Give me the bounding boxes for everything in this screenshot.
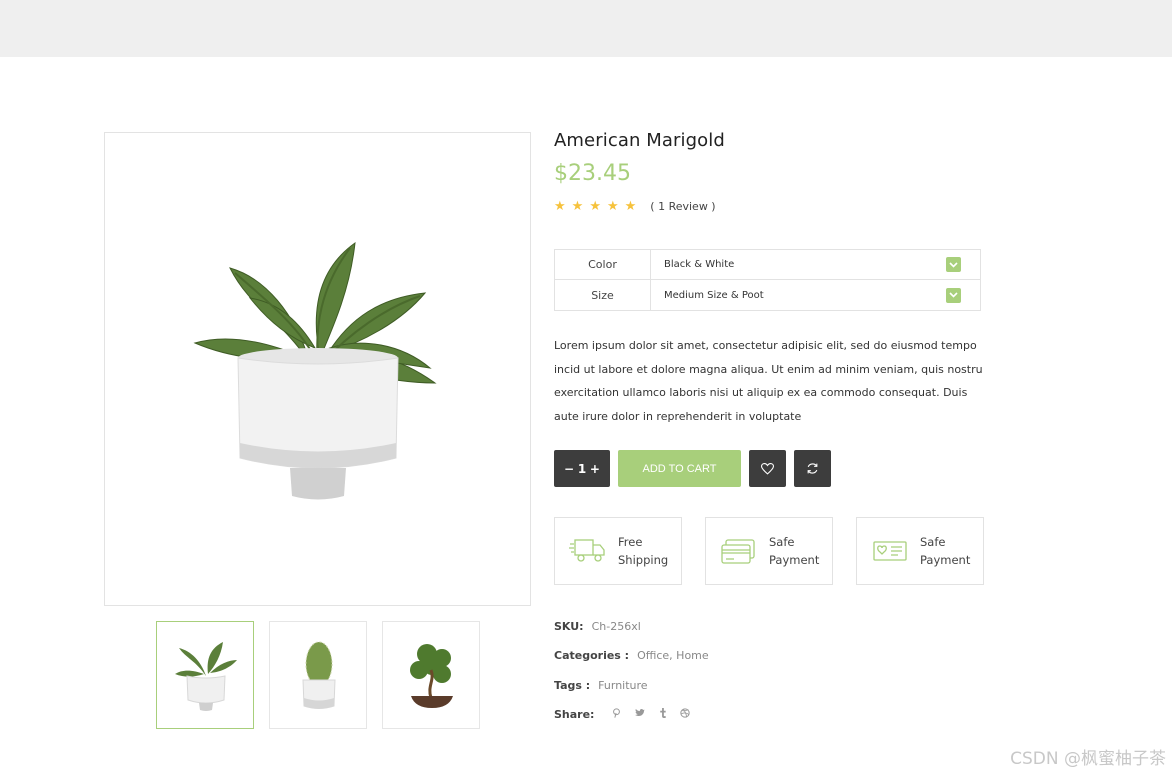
meta-tags: Tags : Furniture xyxy=(554,671,709,700)
feature-safe-payment-2: Safe Payment xyxy=(856,517,984,585)
option-label: Color xyxy=(555,250,651,279)
main-product-image[interactable] xyxy=(104,132,531,606)
heart-icon xyxy=(761,462,774,475)
potted-plant-image xyxy=(193,241,437,500)
gift-card-icon xyxy=(873,541,907,561)
thumbnail-bonsai[interactable] xyxy=(382,621,480,729)
color-select[interactable]: Black & White xyxy=(651,250,980,279)
review-count-link[interactable]: ( 1 Review ) xyxy=(650,200,715,213)
product-rating: ★ ★ ★ ★ ★ ( 1 Review ) xyxy=(554,198,981,214)
categories-value[interactable]: Office, Home xyxy=(637,649,709,662)
feature-line1: Safe xyxy=(769,535,795,549)
meta-share: Share: xyxy=(554,700,709,729)
cactus-thumbnail-image xyxy=(302,641,336,709)
star-icon: ★ xyxy=(554,198,566,214)
thumbnail-plant[interactable] xyxy=(156,621,254,729)
plant-thumbnail-image xyxy=(175,642,237,711)
tags-value[interactable]: Furniture xyxy=(598,679,647,692)
refresh-icon xyxy=(807,463,818,474)
thumbnail-cactus[interactable] xyxy=(269,621,367,729)
qty-value[interactable]: 1 xyxy=(578,462,586,476)
qty-increase-button[interactable]: + xyxy=(590,462,600,476)
option-value: Black & White xyxy=(664,259,735,270)
option-label: Size xyxy=(555,280,651,310)
feature-line1: Free xyxy=(618,535,643,549)
meta-categories: Categories : Office, Home xyxy=(554,641,709,670)
product-options: Color Black & White Size Medium Size & P… xyxy=(554,249,981,311)
feature-line2: Payment xyxy=(769,553,820,567)
watermark-text: CSDN @枫蜜柚子茶 xyxy=(1010,749,1166,769)
feature-text: Safe Payment xyxy=(920,533,970,569)
tags-label: Tags : xyxy=(554,678,591,692)
pinterest-icon[interactable] xyxy=(612,708,621,721)
star-icon: ★ xyxy=(571,198,584,214)
dribbble-icon[interactable] xyxy=(680,708,691,721)
product-price: $23.45 xyxy=(554,161,631,186)
product-title: American Marigold xyxy=(554,130,725,151)
product-info: American Marigold $23.45 ★ ★ ★ ★ ★ ( 1 R… xyxy=(554,130,981,214)
top-banner xyxy=(0,0,1172,57)
truck-icon xyxy=(569,539,605,562)
feature-line1: Safe xyxy=(920,535,946,549)
option-value: Medium Size & Poot xyxy=(664,289,764,301)
cart-actions: − 1 + ADD TO CART xyxy=(554,450,831,487)
chevron-down-icon[interactable] xyxy=(946,287,961,303)
feature-text: Free Shipping xyxy=(618,533,668,569)
feature-text: Safe Payment xyxy=(769,533,819,569)
quantity-stepper: − 1 + xyxy=(554,450,610,487)
wishlist-button[interactable] xyxy=(749,450,786,487)
meta-sku: SKU: Ch-256xl xyxy=(554,612,709,641)
compare-button[interactable] xyxy=(794,450,831,487)
feature-free-shipping: Free Shipping xyxy=(554,517,682,585)
option-row-color: Color Black & White xyxy=(554,249,981,280)
share-label: Share: xyxy=(554,708,595,722)
feature-safe-payment: Safe Payment xyxy=(705,517,833,585)
thumbnail-gallery xyxy=(156,621,480,729)
share-icons xyxy=(612,708,691,721)
twitter-icon[interactable] xyxy=(635,708,646,721)
add-to-cart-button[interactable]: ADD TO CART xyxy=(618,450,741,487)
star-icon: ★ xyxy=(606,198,619,214)
product-description: Lorem ipsum dolor sit amet, consectetur … xyxy=(554,339,983,423)
tumblr-icon[interactable] xyxy=(659,708,667,721)
sku-value: Ch-256xl xyxy=(591,620,641,634)
bonsai-thumbnail-image xyxy=(410,644,453,708)
qty-decrease-button[interactable]: − xyxy=(564,462,574,476)
product-meta: SKU: Ch-256xl Categories : Office, Home … xyxy=(554,612,709,729)
chevron-down-icon[interactable] xyxy=(946,257,961,272)
size-select[interactable]: Medium Size & Poot xyxy=(651,280,980,310)
feature-line2: Payment xyxy=(920,553,971,567)
option-row-size: Size Medium Size & Poot xyxy=(554,280,981,311)
feature-line2: Shipping xyxy=(618,553,669,567)
sku-label: SKU: xyxy=(554,620,584,634)
star-icon: ★ xyxy=(589,198,601,214)
card-icon xyxy=(721,539,755,564)
feature-boxes: Free Shipping Safe Payment Safe Payment xyxy=(554,517,984,585)
categories-label: Categories : xyxy=(554,649,630,663)
star-icon: ★ xyxy=(624,198,637,214)
